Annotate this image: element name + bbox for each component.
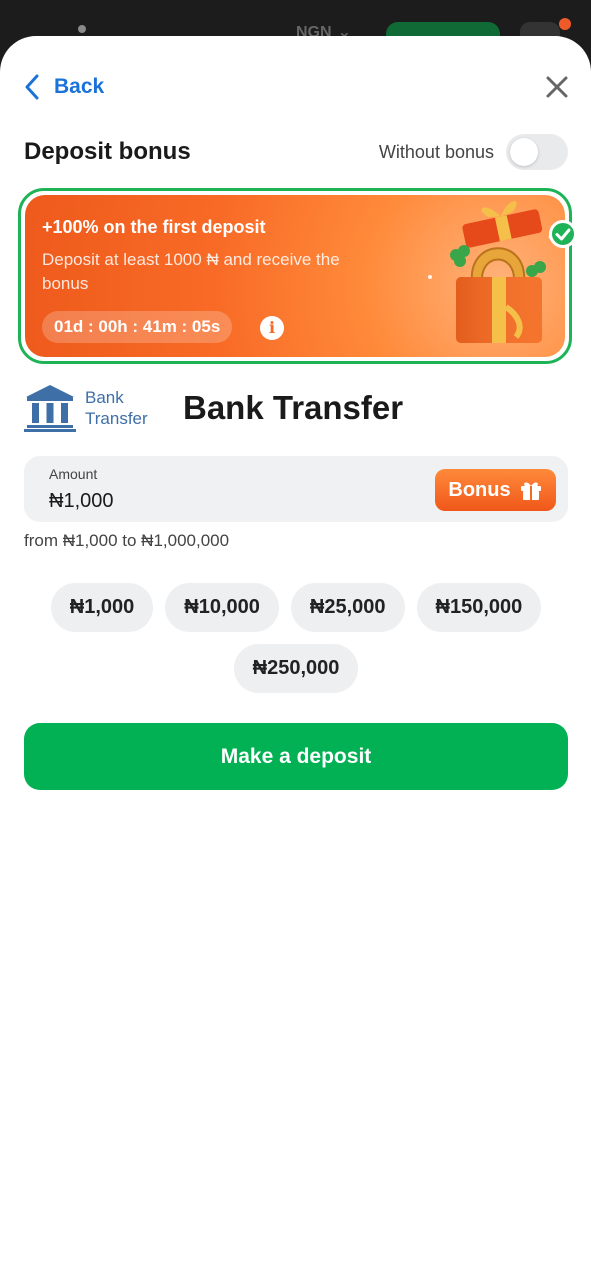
quick-amount-chips: ₦1,000 ₦10,000 ₦25,000 ₦150,000 ₦250,000 — [24, 583, 568, 693]
payment-method-title: Bank Transfer — [183, 389, 404, 426]
back-button[interactable]: Back — [24, 72, 104, 102]
bank-logo-text: Bank Transfer — [85, 387, 165, 429]
back-label: Back — [54, 75, 105, 98]
amount-chip[interactable]: ₦250,000 — [233, 644, 359, 693]
notification-dot-icon — [559, 18, 571, 30]
promo-description: Deposit at least 1000 ₦ and receive the … — [42, 250, 340, 293]
close-icon[interactable] — [544, 74, 570, 100]
info-icon[interactable]: i — [260, 316, 284, 340]
bank-logo-line2: Transfer — [85, 409, 148, 428]
amount-chip[interactable]: ₦10,000 — [165, 583, 279, 632]
deposit-bonus-title: Deposit bonus — [24, 138, 191, 165]
amount-chip[interactable]: ₦25,000 — [290, 583, 405, 632]
promo-title: +100% on the first deposit — [42, 217, 266, 237]
bonus-button-label: Bonus — [448, 478, 511, 501]
bonus-button[interactable]: Bonus — [435, 469, 556, 511]
gift-icon — [520, 482, 541, 500]
sheet-header: Back — [0, 36, 591, 136]
bank-logo-line1: Bank — [85, 388, 124, 407]
promo-banner: +100% on the first deposit Deposit at le… — [25, 195, 565, 357]
amount-chip[interactable]: ₦150,000 — [416, 583, 542, 632]
deposit-bonus-row: Deposit bonus Without bonus — [24, 134, 568, 170]
without-bonus-control: Without bonus — [379, 134, 568, 170]
bank-building-icon — [24, 385, 76, 432]
payment-method-row: Bank Transfer Bank Transfer — [24, 382, 568, 434]
background-dot — [78, 25, 86, 33]
first-deposit-bonus-card[interactable]: +100% on the first deposit Deposit at le… — [18, 188, 572, 364]
toggle-knob — [510, 138, 538, 166]
amount-chip[interactable]: ₦1,000 — [50, 583, 154, 632]
gift-box-illustration — [428, 201, 552, 343]
amount-value: ₦1,000 — [49, 490, 114, 512]
without-bonus-toggle[interactable] — [506, 134, 568, 170]
selected-check-icon — [549, 220, 577, 248]
amount-input[interactable]: Amount ₦1,000 Bonus — [24, 456, 568, 522]
amount-label: Amount — [49, 466, 98, 482]
countdown-timer: 01d : 00h : 41m : 05s — [42, 311, 233, 343]
amount-range-hint: from ₦1,000 to ₦1,000,000 — [24, 531, 230, 550]
chevron-left-icon — [25, 74, 39, 100]
make-deposit-button[interactable]: Make a deposit — [24, 723, 568, 790]
deposit-sheet: Back Deposit bonus Without bonus +100% o… — [0, 36, 591, 1280]
without-bonus-label: Without bonus — [378, 141, 494, 162]
